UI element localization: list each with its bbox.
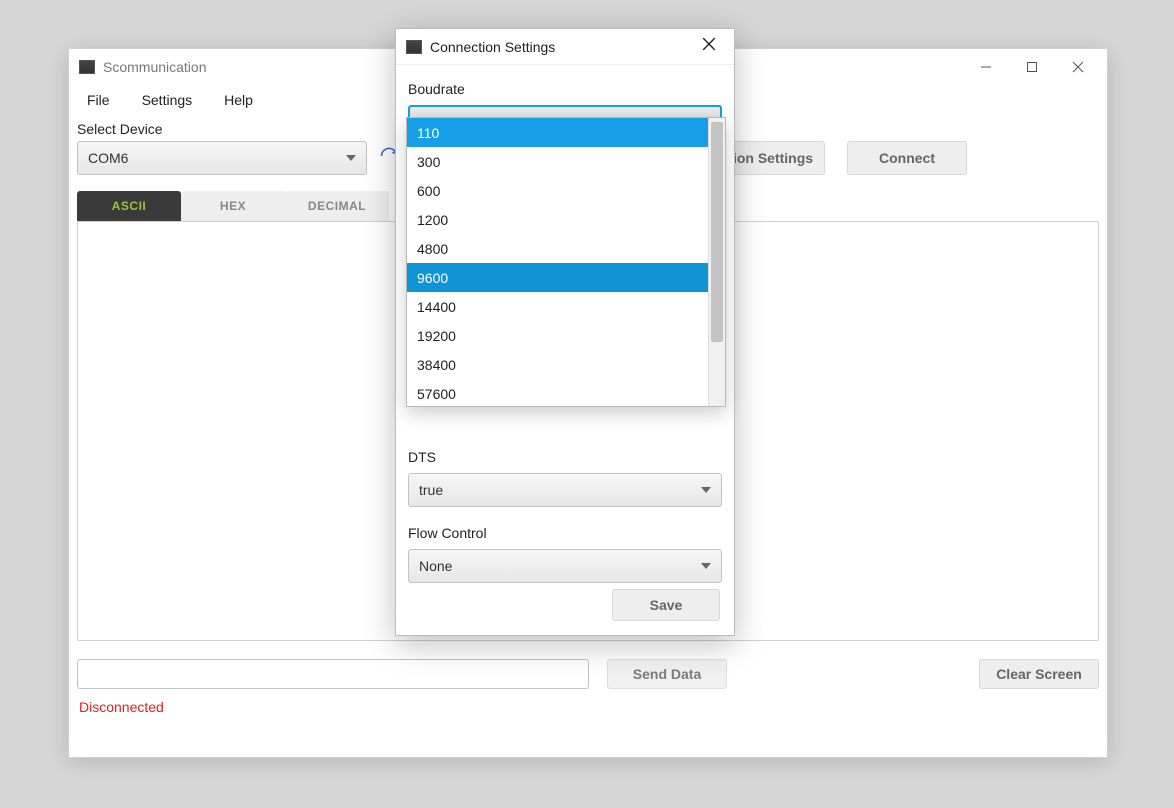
dialog-icon <box>406 40 422 54</box>
chevron-down-icon <box>701 487 711 493</box>
baudrate-option[interactable]: 110 <box>407 118 708 147</box>
minimize-button[interactable] <box>963 51 1009 83</box>
baudrate-dropdown: 110 300 600 1200 4800 9600 14400 19200 3… <box>406 117 726 407</box>
send-data-button[interactable]: Send Data <box>607 659 727 689</box>
send-input[interactable] <box>77 659 589 689</box>
maximize-button[interactable] <box>1009 51 1055 83</box>
tab-ascii[interactable]: ASCII <box>77 191 181 221</box>
dts-label: DTS <box>408 449 722 465</box>
menu-help[interactable]: Help <box>218 88 259 112</box>
close-button[interactable] <box>1055 51 1101 83</box>
tab-decimal[interactable]: DECIMAL <box>285 191 389 221</box>
dts-value: true <box>419 482 443 498</box>
baudrate-option[interactable]: 19200 <box>407 321 708 350</box>
dialog-close-button[interactable] <box>692 37 726 56</box>
baudrate-option[interactable]: 38400 <box>407 350 708 379</box>
scrollbar-thumb[interactable] <box>711 122 723 342</box>
device-select-value: COM6 <box>88 150 128 166</box>
save-button[interactable]: Save <box>612 589 720 621</box>
chevron-down-icon <box>701 563 711 569</box>
close-icon <box>702 37 716 51</box>
connect-button[interactable]: Connect <box>847 141 967 175</box>
tab-hex[interactable]: HEX <box>181 191 285 221</box>
menu-file[interactable]: File <box>81 88 116 112</box>
baudrate-option[interactable]: 1200 <box>407 205 708 234</box>
menu-settings[interactable]: Settings <box>136 88 199 112</box>
baudrate-option[interactable]: 57600 <box>407 379 708 406</box>
baudrate-label: Boudrate <box>408 81 722 97</box>
flow-control-value: None <box>419 558 452 574</box>
chevron-down-icon <box>346 155 356 161</box>
baudrate-option[interactable]: 600 <box>407 176 708 205</box>
clear-screen-button[interactable]: Clear Screen <box>979 659 1099 689</box>
baudrate-option[interactable]: 300 <box>407 147 708 176</box>
dialog-title: Connection Settings <box>430 39 692 55</box>
connection-status: Disconnected <box>69 689 1107 715</box>
connection-settings-dialog: Connection Settings Boudrate 110 DTS tru… <box>395 28 735 636</box>
app-icon <box>79 60 95 74</box>
baudrate-option[interactable]: 4800 <box>407 234 708 263</box>
dts-select[interactable]: true <box>408 473 722 507</box>
device-select[interactable]: COM6 <box>77 141 367 175</box>
dialog-title-bar: Connection Settings <box>396 29 734 65</box>
baudrate-option[interactable]: 9600 <box>407 263 708 292</box>
flow-control-label: Flow Control <box>408 525 722 541</box>
dropdown-scrollbar[interactable] <box>708 118 725 406</box>
baudrate-option[interactable]: 14400 <box>407 292 708 321</box>
